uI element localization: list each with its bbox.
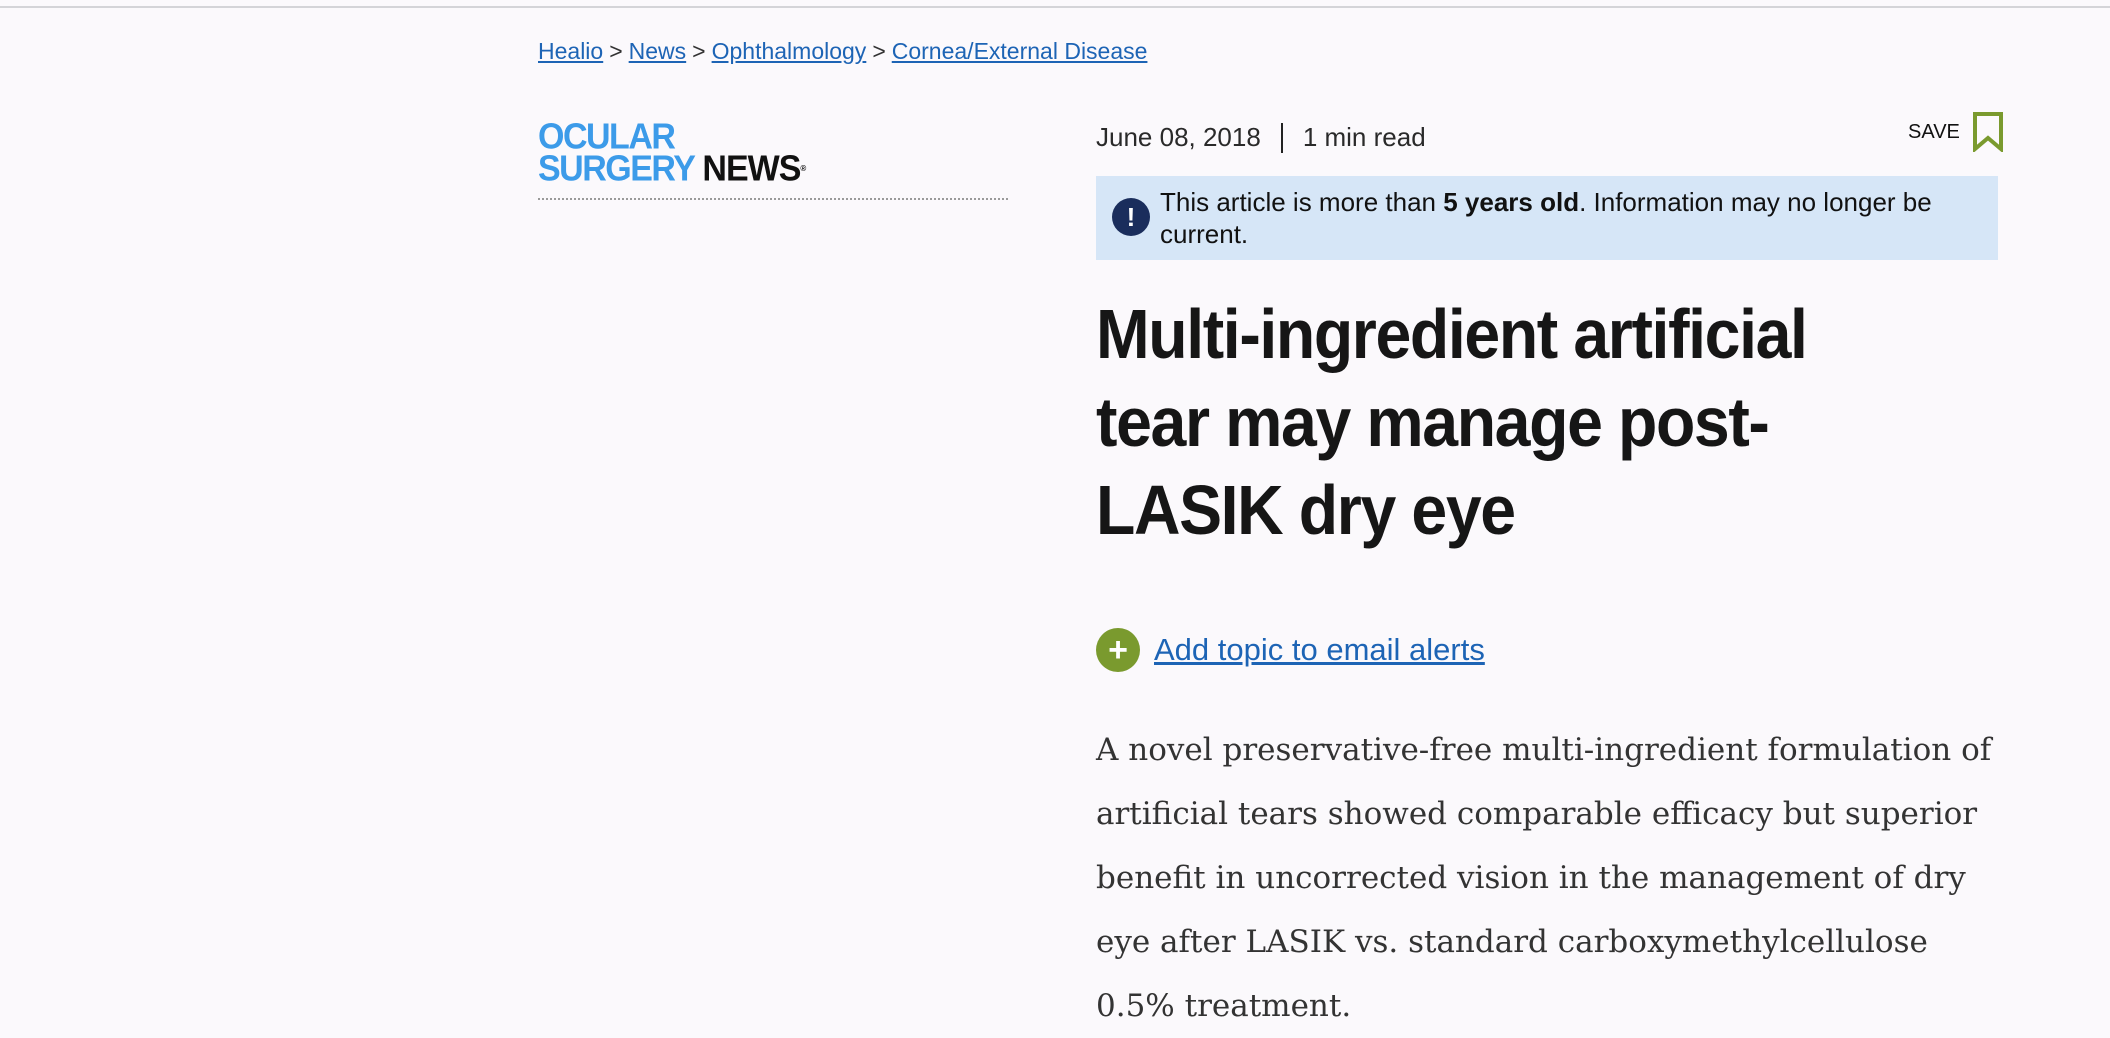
logo-registered-mark: ® <box>800 163 806 173</box>
breadcrumb-separator: > <box>609 38 623 64</box>
article-date: June 08, 2018 <box>1096 122 1261 152</box>
plus-circle-icon: + <box>1096 628 1140 672</box>
meta-divider <box>1280 122 1283 153</box>
notice-text-prefix: This article is more than <box>1160 187 1444 217</box>
save-label: SAVE <box>1908 120 1960 143</box>
exclamation-icon: ! <box>1112 198 1150 236</box>
add-topic-alerts-button[interactable]: + Add topic to email alerts <box>1096 628 1485 672</box>
logo-word-news: NEWS <box>702 148 801 189</box>
breadcrumb-separator: > <box>872 38 886 64</box>
article-lead-paragraph: A novel preservative-free multi-ingredie… <box>1096 732 1992 1024</box>
read-time: 1 min read <box>1302 122 1426 152</box>
logo-line-surgery-news: SURGERY NEWS® <box>538 148 1008 189</box>
logo-word-surgery: SURGERY <box>538 148 696 189</box>
save-button[interactable]: SAVE <box>1908 112 2004 152</box>
notice-text-bold: 5 years old <box>1443 187 1580 217</box>
breadcrumb-link-cornea[interactable]: Cornea/External Disease <box>892 38 1148 64</box>
breadcrumb-separator: > <box>692 38 706 64</box>
publication-logo[interactable]: OCULAR SURGERY NEWS® <box>538 119 1008 200</box>
article-meta: June 08, 2018 1 min read <box>1096 122 1426 153</box>
breadcrumb: Healio > News > Ophthalmology > Cornea/Externa… <box>538 38 1147 65</box>
breadcrumb-link-news[interactable]: News <box>629 38 687 64</box>
breadcrumb-link-ophthalmology[interactable]: Ophthalmology <box>712 38 867 64</box>
breadcrumb-link-healio[interactable]: Healio <box>538 38 603 64</box>
article-title: Multi-ingredient artificial tear may man… <box>1096 295 1808 549</box>
article-age-notice: ! This article is more than 5 years old.… <box>1096 176 1998 260</box>
add-topic-alerts-link[interactable]: Add topic to email alerts <box>1154 632 1485 668</box>
top-border <box>0 0 2110 8</box>
bookmark-icon <box>1972 112 2003 152</box>
